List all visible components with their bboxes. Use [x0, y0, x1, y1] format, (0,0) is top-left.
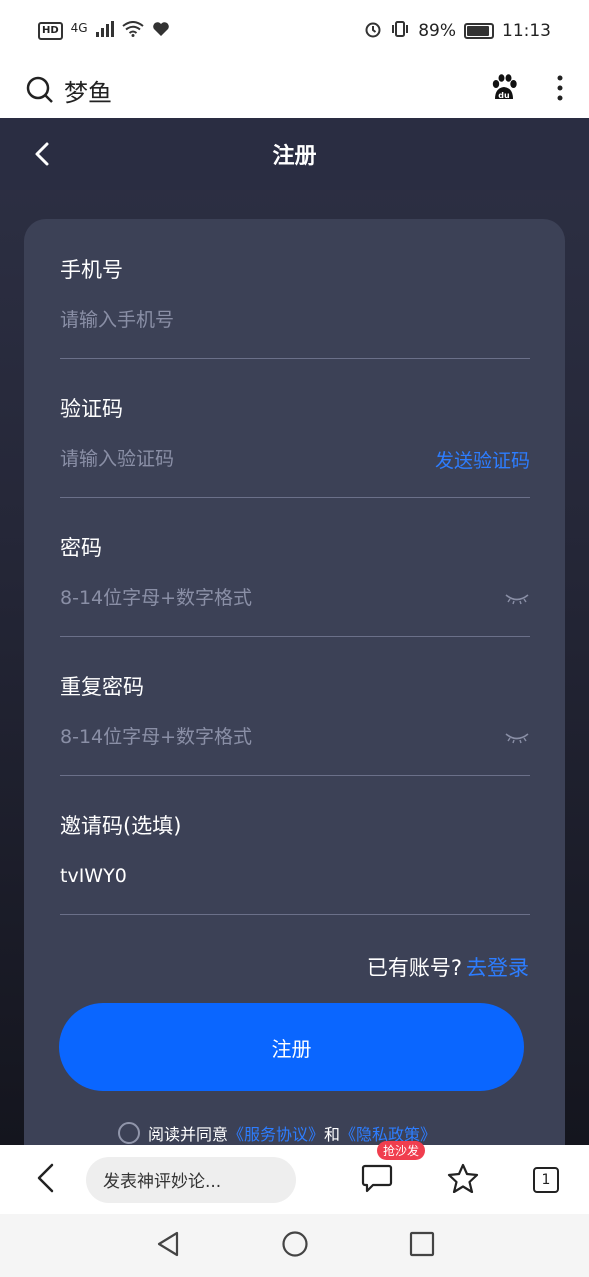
register-page: 注册 手机号 验证码 发送验证码 密码	[0, 118, 589, 1145]
wifi-icon	[121, 20, 144, 42]
code-row: 发送验证码	[60, 445, 530, 473]
has-account-text: 已有账号?	[366, 956, 462, 980]
tab-count-icon[interactable]: 1	[533, 1166, 559, 1193]
code-field-group: 验证码 发送验证码	[60, 395, 530, 498]
browser-search[interactable]: 梦鱼	[26, 73, 489, 108]
baidu-paw-icon[interactable]: du	[489, 73, 519, 107]
status-bar: HD 4G 89% 11:13	[0, 0, 589, 62]
eye-closed-icon[interactable]	[504, 591, 530, 605]
password-row	[60, 584, 530, 612]
nav-home-icon[interactable]	[281, 1230, 309, 1262]
send-code-button[interactable]: 发送验证码	[435, 446, 530, 473]
password-label: 密码	[60, 536, 102, 560]
svg-text:du: du	[498, 91, 510, 100]
agree-and: 和	[324, 1125, 341, 1144]
phone-field-group: 手机号	[60, 256, 530, 359]
browser-bottom-toolbar: 发表神评妙论... 抢沙发 1	[0, 1140, 589, 1214]
go-login-link[interactable]: 去登录	[466, 952, 529, 982]
password-input[interactable]	[60, 587, 400, 609]
divider	[60, 358, 530, 359]
invite-row	[60, 862, 530, 890]
battery-icon	[464, 23, 494, 39]
page-title: 注册	[272, 144, 317, 169]
nav-recents-icon[interactable]	[409, 1231, 435, 1261]
app-header: 注册	[0, 118, 589, 190]
agree-prefix: 阅读并同意	[148, 1125, 229, 1144]
search-query: 梦鱼	[64, 78, 112, 107]
back-arrow-icon[interactable]	[28, 138, 60, 170]
search-icon	[26, 76, 54, 104]
more-vertical-icon[interactable]	[557, 74, 563, 106]
repeat-password-input[interactable]	[60, 726, 400, 748]
divider	[60, 636, 530, 637]
divider	[60, 497, 530, 498]
toolbar-icons: 抢沙发 1	[361, 1140, 559, 1197]
comment-icon[interactable]: 抢沙发	[361, 1140, 426, 1197]
battery-percent: 89%	[418, 21, 456, 41]
divider	[60, 775, 530, 776]
repeat-password-row	[60, 723, 530, 751]
phone-input[interactable]	[60, 309, 400, 331]
phone-row	[60, 306, 530, 334]
clock-time: 11:13	[502, 21, 551, 41]
hd-badge: HD	[38, 22, 63, 40]
signal-icon	[95, 20, 114, 42]
alarm-icon	[364, 20, 382, 43]
health-heart-icon	[152, 21, 170, 42]
eye-closed-icon[interactable]	[504, 730, 530, 744]
nav-back-icon[interactable]	[155, 1230, 181, 1262]
register-button[interactable]: 注册	[59, 1003, 524, 1091]
network-icon: 4G	[70, 21, 88, 35]
password-field-group: 密码	[60, 534, 530, 637]
browser-bar: 梦鱼 du	[0, 62, 589, 118]
browser-actions: du	[489, 73, 563, 107]
register-form-card: 手机号 验证码 发送验证码 密码	[24, 219, 565, 1145]
invite-field-group: 邀请码(选填)	[60, 812, 530, 915]
agree-radio[interactable]	[118, 1122, 140, 1144]
code-label: 验证码	[60, 397, 123, 421]
star-icon[interactable]	[447, 1163, 479, 1197]
invite-input[interactable]	[60, 865, 400, 887]
service-agreement-link[interactable]: 《服务协议》	[228, 1121, 324, 1145]
invite-label: 邀请码(选填)	[60, 814, 182, 838]
back-icon[interactable]	[34, 1162, 58, 1198]
repeat-password-field-group: 重复密码	[60, 673, 530, 776]
divider	[60, 914, 530, 915]
system-nav-bar	[0, 1214, 589, 1277]
sofa-badge: 抢沙发	[377, 1140, 426, 1160]
phone-label: 手机号	[60, 258, 123, 282]
status-left: HD 4G	[38, 20, 170, 42]
login-prompt: 已有账号? 去登录	[367, 952, 529, 982]
code-input[interactable]	[60, 448, 400, 470]
comment-input[interactable]: 发表神评妙论...	[86, 1156, 296, 1203]
vibrate-icon	[390, 20, 410, 42]
status-right: 89% 11:13	[364, 20, 551, 43]
repeat-password-label: 重复密码	[60, 675, 144, 699]
